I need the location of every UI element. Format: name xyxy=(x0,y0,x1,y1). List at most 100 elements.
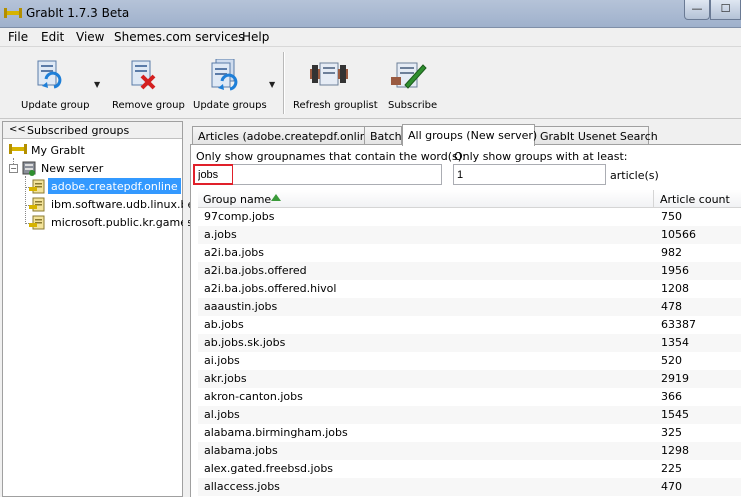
update-groups-label: Update groups xyxy=(193,100,267,111)
update-group-dropdown-arrow[interactable]: ▼ xyxy=(94,80,100,89)
group-name-cell: alex.gated.freebsd.jobs xyxy=(204,462,334,475)
collapse-panel-icon[interactable]: << xyxy=(9,124,26,135)
group-name-cell: a.jobs xyxy=(204,228,237,241)
maximize-button[interactable]: ☐ xyxy=(710,0,741,20)
table-row[interactable]: 97comp.jobs 750 xyxy=(198,208,741,226)
newsgroup-icon xyxy=(29,215,45,234)
group-name-cell: akr.jobs xyxy=(204,372,247,385)
article-count-cell: 225 xyxy=(661,462,682,475)
table-row[interactable]: a2i.ba.jobs.offered 1956 xyxy=(198,262,741,280)
tab-articles[interactable]: Articles (adobe.createpdf.online) xyxy=(192,126,378,145)
group-name-cell: a2i.ba.jobs.offered.hivol xyxy=(204,282,337,295)
table-row[interactable]: aaaustin.jobs 478 xyxy=(198,298,741,316)
min-articles-label: Only show groups with at least: xyxy=(454,150,628,163)
table-row[interactable]: alabama.birmingham.jobs 325 xyxy=(198,424,741,442)
groupname-filter-input[interactable] xyxy=(193,164,234,185)
column-header-article-count[interactable]: Article count xyxy=(660,193,730,206)
tree-item-group[interactable]: microsoft.public.kr.games xyxy=(29,214,193,234)
table-row[interactable]: a2i.ba.jobs.offered.hivol 1208 xyxy=(198,280,741,298)
title-bar: GrabIt 1.7.3 Beta — ☐ xyxy=(0,0,741,28)
tab-batch[interactable]: Batch xyxy=(364,126,402,145)
group-name-cell: allaccess.jobs xyxy=(204,480,280,493)
menu-bar: File Edit View Shemes.com services Help xyxy=(0,28,741,47)
tab-all-groups[interactable]: All groups (New server) xyxy=(402,124,537,146)
article-count-cell: 1545 xyxy=(661,408,689,421)
tree-item-group-selected[interactable]: adobe.createpdf.online xyxy=(29,178,181,195)
toolbar: Update group ▼ Remove group Update group… xyxy=(0,47,741,119)
group-name-cell: a2i.ba.jobs.offered xyxy=(204,264,307,277)
group-name-cell: al.jobs xyxy=(204,408,240,421)
tree-item-server[interactable]: New server xyxy=(21,160,171,177)
article-count-cell: 478 xyxy=(661,300,682,313)
group-name-cell: ab.jobs xyxy=(204,318,244,331)
article-count-cell: 2919 xyxy=(661,372,689,385)
remove-group-icon xyxy=(128,59,158,94)
tree-item-label: New server xyxy=(41,162,104,175)
groupname-filter-label: Only show groupnames that contain the wo… xyxy=(196,150,466,163)
table-row[interactable]: al.jobs 1545 xyxy=(198,406,741,424)
tab-usenet-search[interactable]: GrabIt Usenet Search xyxy=(534,126,658,145)
tree-item-group[interactable]: ibm.software.udb.linux.beta xyxy=(29,196,205,213)
article-count-cell: 1298 xyxy=(661,444,689,457)
column-header-group-name[interactable]: Group name xyxy=(203,193,271,206)
tree-item-label: adobe.createpdf.online xyxy=(48,178,181,194)
table-row[interactable]: alex.gated.freebsd.jobs 225 xyxy=(198,460,741,478)
groups-table: Group name Article count 97comp.jobs 750 a… xyxy=(198,190,741,497)
subscribed-groups-title: Subscribed groups xyxy=(27,124,130,137)
tree-item-label: My GrabIt xyxy=(31,144,85,157)
tree-item-my-grabit[interactable]: My GrabIt xyxy=(9,142,179,159)
group-name-cell: alabama.birmingham.jobs xyxy=(204,426,348,439)
article-count-cell: 982 xyxy=(661,246,682,259)
refresh-grouplist-label: Refresh grouplist xyxy=(293,100,378,111)
toolbar-separator xyxy=(283,52,285,114)
menu-edit[interactable]: Edit xyxy=(41,30,64,44)
table-row[interactable]: ab.jobs 63387 xyxy=(198,316,741,334)
minimize-button[interactable]: — xyxy=(684,0,710,20)
table-row[interactable]: akr.jobs 2919 xyxy=(198,370,741,388)
group-name-cell: a2i.ba.jobs xyxy=(204,246,265,259)
min-articles-input[interactable] xyxy=(453,164,606,185)
update-groups-dropdown-arrow[interactable]: ▼ xyxy=(269,80,275,89)
table-row[interactable]: alabama.jobs 1298 xyxy=(198,442,741,460)
table-row[interactable]: ai.jobs 520 xyxy=(198,352,741,370)
group-name-cell: 97comp.jobs xyxy=(204,210,275,223)
subscribed-groups-header[interactable]: << Subscribed groups xyxy=(3,122,182,139)
subscribe-icon xyxy=(391,59,429,94)
table-row[interactable]: ab.jobs.sk.jobs 1354 xyxy=(198,334,741,352)
group-name-cell: aaaustin.jobs xyxy=(204,300,278,313)
menu-shemes-services[interactable]: Shemes.com services xyxy=(114,30,244,44)
article-count-cell: 63387 xyxy=(661,318,696,331)
window-title: GrabIt 1.7.3 Beta xyxy=(26,6,130,20)
update-group-label: Update group xyxy=(21,100,90,111)
column-divider[interactable] xyxy=(653,190,654,208)
table-row[interactable]: a2i.ba.jobs 982 xyxy=(198,244,741,262)
article-count-cell: 366 xyxy=(661,390,682,403)
article-count-cell: 1354 xyxy=(661,336,689,349)
groupname-filter-input-field[interactable] xyxy=(233,164,442,185)
table-row[interactable]: akron-canton.jobs 366 xyxy=(198,388,741,406)
group-name-cell: alabama.jobs xyxy=(204,444,278,457)
group-name-cell: ai.jobs xyxy=(204,354,240,367)
menu-file[interactable]: File xyxy=(8,30,28,44)
panel-splitter[interactable] xyxy=(183,121,188,497)
tree-collapse-toggle[interactable]: − xyxy=(9,164,18,173)
refresh-grouplist-icon xyxy=(310,59,348,92)
menu-view[interactable]: View xyxy=(76,30,104,44)
group-name-cell: akron-canton.jobs xyxy=(204,390,303,403)
update-groups-icon xyxy=(208,58,240,96)
subscribe-label: Subscribe xyxy=(388,100,438,111)
min-articles-suffix: article(s) xyxy=(610,169,659,182)
update-group-icon xyxy=(34,59,64,94)
menu-help[interactable]: Help xyxy=(242,30,269,44)
table-row[interactable]: allaccess.jobs 470 xyxy=(198,478,741,496)
article-count-cell: 1956 xyxy=(661,264,689,277)
table-row[interactable]: a.jobs 10566 xyxy=(198,226,741,244)
article-count-cell: 520 xyxy=(661,354,682,367)
tree-line xyxy=(25,176,26,224)
tree-item-label: microsoft.public.kr.games xyxy=(51,216,193,229)
grabit-app-icon xyxy=(4,7,22,22)
article-count-cell: 10566 xyxy=(661,228,696,241)
article-count-cell: 1208 xyxy=(661,282,689,295)
article-count-cell: 470 xyxy=(661,480,682,493)
table-body: 97comp.jobs 750 a.jobs 10566 a2i.ba.jobs 982 a… xyxy=(198,208,741,497)
